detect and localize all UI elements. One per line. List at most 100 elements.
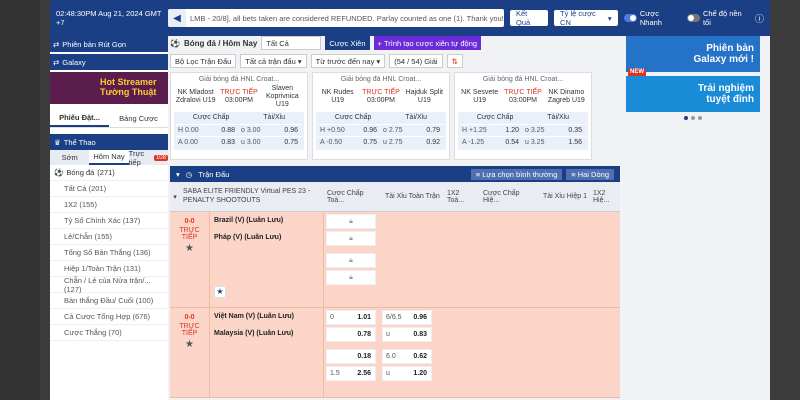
odds-label: o 3.00	[241, 127, 261, 134]
market-item[interactable]: Lẻ/Chẵn (155)	[50, 229, 168, 245]
match-filter-button[interactable]: Bộ Lọc Trận Đấu	[170, 54, 237, 68]
carousel-dot[interactable]	[684, 116, 688, 120]
featured-match-card[interactable]: Giải bóng đá HNL Croat... NK Sesvete U19…	[454, 72, 592, 160]
featured-match-card[interactable]: Giải bóng đá HNL Croat... NK Mladost Zdr…	[170, 72, 308, 160]
tab-today[interactable]: Hôm Nay	[89, 150, 129, 165]
away-team[interactable]: Malaysia (V) (Luân Lưu)	[210, 325, 323, 342]
odds-value[interactable]: 0.96	[351, 127, 382, 134]
odds-value[interactable]: 0.96	[272, 127, 303, 134]
dark-mode-toggle[interactable]: Chế độ nền tối	[686, 9, 749, 27]
sort-icon[interactable]: ⇅	[446, 54, 463, 68]
results-button[interactable]: Kết Quả	[509, 9, 549, 27]
card-col-overunder: Tài/Xỉu	[263, 114, 286, 121]
galaxy-button[interactable]: ⇄ Galaxy	[50, 54, 168, 70]
market-item[interactable]: Cược Thắng (70)	[50, 325, 168, 341]
market-select-value: Tất Cả	[266, 38, 289, 48]
period-select[interactable]: Từ trước đến nay ▾	[310, 54, 386, 68]
experience-banner[interactable]: NEW Trải nghiệm tuyệt đỉnh	[626, 69, 760, 112]
odds-price: 1.01	[357, 314, 371, 321]
carousel-dot[interactable]	[691, 116, 695, 120]
odds-value[interactable]: 0.75	[272, 139, 303, 146]
odds-label: H +0.50	[320, 127, 345, 134]
soccer-ball-icon: ⚽	[54, 168, 64, 177]
home-team[interactable]: Brazil (V) (Luân Lưu)	[210, 212, 323, 229]
card-time: 03:00PM	[366, 97, 395, 104]
odds-value[interactable]: 0.79	[414, 127, 445, 134]
league-count-button[interactable]: (54 / 54) Giải	[389, 54, 443, 68]
collapse-icon[interactable]: ▾	[176, 170, 180, 179]
odds-value[interactable]: 1.56	[556, 139, 587, 146]
line-mode-select[interactable]: ≡ Hai Dòng	[566, 168, 614, 180]
odds-label: u 3.00	[241, 139, 261, 146]
market-select[interactable]: Tất Cả	[261, 36, 322, 50]
filter-bar-2: Bộ Lọc Trận Đấu Tất cả trận đấu ▾ Từ trư…	[170, 54, 620, 68]
auto-parlay-label: Trình tạo cược xiên tự động	[383, 38, 478, 48]
market-item[interactable]: Tổng Số Bàn Thắng (136)	[50, 245, 168, 261]
tab-live[interactable]: Trực tiếp 108	[129, 149, 168, 167]
odds-cell[interactable]: u 0.83	[382, 327, 432, 342]
card-time: 03:00PM	[508, 97, 537, 104]
quick-bet-toggle[interactable]: Cược Nhanh	[623, 9, 681, 27]
odds-cell[interactable]: 1.5 2.56	[326, 366, 376, 381]
market-item[interactable]: 1X2 (155)	[50, 197, 168, 213]
parlay-button[interactable]: Cược Xiên	[325, 36, 370, 50]
auto-parlay-button[interactable]: + Trình tạo cược xiên tự động	[373, 36, 482, 50]
announcement-ticker[interactable]: ◀ LMB - 20/8], all bets taken are consid…	[167, 9, 504, 27]
tab-early[interactable]: Sớm	[50, 150, 89, 165]
odds-cell[interactable]: 0.78	[326, 327, 376, 342]
market-item[interactable]: Cả Cược Tổng Hợp (676)	[50, 309, 168, 325]
odds-label: H 0.00	[178, 127, 199, 134]
toggle-switch[interactable]	[623, 14, 637, 22]
card-live-label: TRỰC TIẾP	[362, 89, 400, 97]
card-live-label: TRỰC TIẾP	[220, 89, 258, 97]
odds-value[interactable]: 0.92	[414, 139, 445, 146]
odds-value[interactable]: 1.20	[493, 127, 524, 134]
odds-value[interactable]: 0.75	[351, 139, 382, 146]
odds-value[interactable]: 0.54	[493, 139, 524, 146]
odds-type-label: Tỷ lệ cược CN	[560, 9, 596, 27]
odds-value[interactable]: 0.35	[556, 127, 587, 134]
selection-mode-select[interactable]: ≡ Lựa chọn bình thường	[470, 168, 563, 180]
card-time: 03:00PM	[224, 97, 253, 104]
odds-value[interactable]: 0.83	[209, 139, 240, 146]
star-icon[interactable]: ★	[185, 339, 194, 350]
home-team[interactable]: Việt Nam (V) (Luân Lưu)	[210, 308, 323, 325]
market-item[interactable]: Tất Cả (201)	[50, 181, 168, 197]
odds-price: 2.56	[357, 370, 371, 377]
toggle-switch[interactable]	[686, 14, 700, 22]
odds-cell[interactable]: 0 1.01	[326, 310, 376, 325]
main-content: ⚽ Bóng đá / Hôm Nay Tất Cả Cược Xiên + T…	[170, 36, 620, 400]
galaxy-banner[interactable]: Phiên bản Galaxy mới !	[626, 36, 760, 72]
odds-label: A -0.50	[320, 139, 343, 146]
odds-cell[interactable]: 0.18	[326, 349, 376, 364]
left-sidebar: ⇄ Phiên bản Rút Gọn ⇄ Galaxy Hot Streamer …	[50, 36, 168, 400]
odds-cell[interactable]: 6.0 0.62	[382, 349, 432, 364]
col-1x2-ft: 1X2 Toà...	[447, 189, 465, 204]
sport-football[interactable]: ⚽ Bóng đá (271)	[50, 165, 168, 181]
help-icon[interactable]: ⓘ	[755, 12, 764, 25]
collapse-icon[interactable]: ▾	[170, 182, 180, 211]
tab-bet-slip[interactable]: Phiếu Đặt...	[50, 110, 109, 127]
match-row: 0-0 TRỰC TIẾP ★ Brazil (V) (Luân Lưu) Ph…	[170, 212, 620, 308]
tab-bet-list[interactable]: Bảng Cược	[109, 110, 168, 127]
market-item[interactable]: Chẵn / Lẻ của Nửa trận/... (127)	[50, 276, 168, 294]
streamer-promo-banner[interactable]: Hot Streamer Tường Thuật	[50, 72, 168, 104]
live-label: TRỰC TIẾP	[179, 227, 200, 241]
favorite-icon[interactable]: ★	[210, 286, 323, 298]
market-list: Tất Cả (201) 1X2 (155) Tỷ Số Chính Xác (13…	[50, 181, 168, 341]
featured-match-card[interactable]: Giải bóng đá HNL Croat... NK Rudes U19 T…	[312, 72, 450, 160]
time-tabs: Sớm Hôm Nay Trực tiếp 108	[50, 149, 168, 167]
carousel-dot[interactable]	[698, 116, 702, 120]
market-item[interactable]: Tỷ Số Chính Xác (137)	[50, 213, 168, 229]
odds-type-select[interactable]: Tỷ lệ cược CN ▾	[554, 9, 618, 27]
star-icon[interactable]: ★	[185, 243, 194, 254]
odds-price: 0.62	[413, 353, 427, 360]
odds-cell[interactable]: 6/6.5 0.96	[382, 310, 432, 325]
odds-cell[interactable]: u 1.20	[382, 366, 432, 381]
market-item[interactable]: Bàn thắng Đầu/ Cuối (100)	[50, 293, 168, 309]
all-matches-select[interactable]: Tất cả trận đấu ▾	[240, 54, 307, 68]
card-away-team: Slaven Koprivnica U19	[265, 85, 299, 108]
compact-version-button[interactable]: ⇄ Phiên bản Rút Gọn	[50, 36, 168, 52]
away-team[interactable]: Pháp (V) (Luân Lưu)	[210, 229, 323, 246]
odds-value[interactable]: 0.88	[209, 127, 240, 134]
